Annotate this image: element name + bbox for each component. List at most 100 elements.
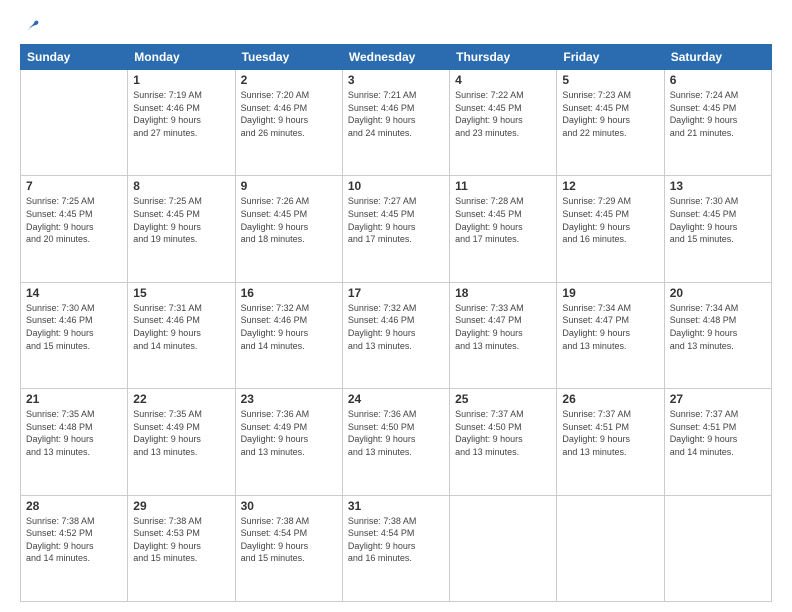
- day-info: Sunrise: 7:25 AM Sunset: 4:45 PM Dayligh…: [26, 195, 122, 245]
- day-number: 9: [241, 179, 337, 193]
- calendar-cell-4-4: 24Sunrise: 7:36 AM Sunset: 4:50 PM Dayli…: [342, 389, 449, 495]
- day-info: Sunrise: 7:35 AM Sunset: 4:49 PM Dayligh…: [133, 408, 229, 458]
- calendar-cell-1-2: 1Sunrise: 7:19 AM Sunset: 4:46 PM Daylig…: [128, 70, 235, 176]
- day-info: Sunrise: 7:30 AM Sunset: 4:45 PM Dayligh…: [670, 195, 766, 245]
- week-row-2: 7 Sunrise: 7:25 AM Sunset: 4:45 PM Daylig…: [21, 176, 772, 282]
- day-number: 12: [562, 179, 658, 193]
- day-number: 5: [562, 73, 658, 87]
- calendar-cell-4-5: 25 Sunrise: 7:37 AM Sunset: 4:50 PM Dayli…: [450, 389, 557, 495]
- day-info: Sunrise: 7:20 AM Sunset: 4:46 PM Dayligh…: [241, 89, 337, 139]
- day-info: Sunrise: 7:25 AM Sunset: 4:45 PM Dayligh…: [133, 195, 229, 245]
- day-number: 18: [455, 286, 551, 300]
- day-info: Sunrise: 7:38 AM Sunset: 4:54 PM Dayligh…: [241, 515, 337, 565]
- day-number: 31: [348, 499, 444, 513]
- calendar-cell-3-4: 17 Sunrise: 7:32 AM Sunset: 4:46 PM Dayli…: [342, 282, 449, 388]
- day-number: 26: [562, 392, 658, 406]
- day-info: Sunrise: 7:38 AM Sunset: 4:54 PM Dayligh…: [348, 515, 444, 565]
- calendar-cell-4-7: 27 Sunrise: 7:37 AM Sunset: 4:51 PM Dayli…: [664, 389, 771, 495]
- day-number: 24: [348, 392, 444, 406]
- calendar-cell-2-2: 8Sunrise: 7:25 AM Sunset: 4:45 PM Daylig…: [128, 176, 235, 282]
- day-info: Sunrise: 7:26 AM Sunset: 4:45 PM Dayligh…: [241, 195, 337, 245]
- day-number: 6: [670, 73, 766, 87]
- day-info: Sunrise: 7:38 AM Sunset: 4:52 PM Dayligh…: [26, 515, 122, 565]
- calendar-cell-1-6: 5 Sunrise: 7:23 AM Sunset: 4:45 PM Daylig…: [557, 70, 664, 176]
- day-info: Sunrise: 7:33 AM Sunset: 4:47 PM Dayligh…: [455, 302, 551, 352]
- calendar-page: SundayMondayTuesdayWednesdayThursdayFrid…: [0, 0, 792, 612]
- calendar-cell-5-6: [557, 495, 664, 601]
- calendar-cell-2-4: 10 Sunrise: 7:27 AM Sunset: 4:45 PM Dayli…: [342, 176, 449, 282]
- day-info: Sunrise: 7:37 AM Sunset: 4:51 PM Dayligh…: [670, 408, 766, 458]
- day-info: Sunrise: 7:21 AM Sunset: 4:46 PM Dayligh…: [348, 89, 444, 139]
- logo: [20, 18, 40, 34]
- day-number: 17: [348, 286, 444, 300]
- day-info: Sunrise: 7:27 AM Sunset: 4:45 PM Dayligh…: [348, 195, 444, 245]
- day-info: Sunrise: 7:30 AM Sunset: 4:46 PM Dayligh…: [26, 302, 122, 352]
- day-number: 25: [455, 392, 551, 406]
- calendar-cell-5-2: 29Sunrise: 7:38 AM Sunset: 4:53 PM Dayli…: [128, 495, 235, 601]
- week-row-4: 21Sunrise: 7:35 AM Sunset: 4:48 PM Dayli…: [21, 389, 772, 495]
- calendar-cell-5-1: 28 Sunrise: 7:38 AM Sunset: 4:52 PM Dayli…: [21, 495, 128, 601]
- week-row-3: 14 Sunrise: 7:30 AM Sunset: 4:46 PM Dayli…: [21, 282, 772, 388]
- day-number: 2: [241, 73, 337, 87]
- weekday-header-wednesday: Wednesday: [342, 45, 449, 70]
- day-number: 21: [26, 392, 122, 406]
- day-number: 4: [455, 73, 551, 87]
- weekday-header-tuesday: Tuesday: [235, 45, 342, 70]
- day-info: Sunrise: 7:32 AM Sunset: 4:46 PM Dayligh…: [348, 302, 444, 352]
- day-number: 13: [670, 179, 766, 193]
- calendar-cell-5-7: [664, 495, 771, 601]
- weekday-header-friday: Friday: [557, 45, 664, 70]
- day-number: 15: [133, 286, 229, 300]
- calendar-cell-2-1: 7 Sunrise: 7:25 AM Sunset: 4:45 PM Daylig…: [21, 176, 128, 282]
- weekday-header-saturday: Saturday: [664, 45, 771, 70]
- day-info: Sunrise: 7:29 AM Sunset: 4:45 PM Dayligh…: [562, 195, 658, 245]
- day-info: Sunrise: 7:23 AM Sunset: 4:45 PM Dayligh…: [562, 89, 658, 139]
- day-info: Sunrise: 7:37 AM Sunset: 4:51 PM Dayligh…: [562, 408, 658, 458]
- day-number: 27: [670, 392, 766, 406]
- week-row-5: 28 Sunrise: 7:38 AM Sunset: 4:52 PM Dayli…: [21, 495, 772, 601]
- calendar-cell-1-4: 3 Sunrise: 7:21 AM Sunset: 4:46 PM Daylig…: [342, 70, 449, 176]
- weekday-header-thursday: Thursday: [450, 45, 557, 70]
- day-info: Sunrise: 7:31 AM Sunset: 4:46 PM Dayligh…: [133, 302, 229, 352]
- day-info: Sunrise: 7:24 AM Sunset: 4:45 PM Dayligh…: [670, 89, 766, 139]
- day-number: 10: [348, 179, 444, 193]
- day-number: 22: [133, 392, 229, 406]
- day-number: 29: [133, 499, 229, 513]
- day-info: Sunrise: 7:37 AM Sunset: 4:50 PM Dayligh…: [455, 408, 551, 458]
- calendar-cell-2-3: 9 Sunrise: 7:26 AM Sunset: 4:45 PM Daylig…: [235, 176, 342, 282]
- calendar-cell-5-4: 31 Sunrise: 7:38 AM Sunset: 4:54 PM Dayli…: [342, 495, 449, 601]
- day-number: 1: [133, 73, 229, 87]
- day-number: 20: [670, 286, 766, 300]
- day-info: Sunrise: 7:34 AM Sunset: 4:48 PM Dayligh…: [670, 302, 766, 352]
- calendar-cell-3-6: 19Sunrise: 7:34 AM Sunset: 4:47 PM Dayli…: [557, 282, 664, 388]
- calendar-cell-1-7: 6 Sunrise: 7:24 AM Sunset: 4:45 PM Daylig…: [664, 70, 771, 176]
- day-info: Sunrise: 7:22 AM Sunset: 4:45 PM Dayligh…: [455, 89, 551, 139]
- logo-text: [20, 18, 40, 36]
- calendar-cell-2-5: 11Sunrise: 7:28 AM Sunset: 4:45 PM Dayli…: [450, 176, 557, 282]
- day-number: 11: [455, 179, 551, 193]
- calendar-cell-1-1: [21, 70, 128, 176]
- calendar-cell-1-3: 2 Sunrise: 7:20 AM Sunset: 4:46 PM Daylig…: [235, 70, 342, 176]
- week-row-1: 1Sunrise: 7:19 AM Sunset: 4:46 PM Daylig…: [21, 70, 772, 176]
- calendar-cell-4-1: 21Sunrise: 7:35 AM Sunset: 4:48 PM Dayli…: [21, 389, 128, 495]
- calendar-cell-1-5: 4 Sunrise: 7:22 AM Sunset: 4:45 PM Daylig…: [450, 70, 557, 176]
- day-number: 28: [26, 499, 122, 513]
- calendar-cell-3-1: 14 Sunrise: 7:30 AM Sunset: 4:46 PM Dayli…: [21, 282, 128, 388]
- calendar-cell-4-6: 26 Sunrise: 7:37 AM Sunset: 4:51 PM Dayli…: [557, 389, 664, 495]
- calendar-cell-5-3: 30 Sunrise: 7:38 AM Sunset: 4:54 PM Dayli…: [235, 495, 342, 601]
- day-number: 30: [241, 499, 337, 513]
- day-number: 3: [348, 73, 444, 87]
- calendar-cell-3-3: 16 Sunrise: 7:32 AM Sunset: 4:46 PM Dayli…: [235, 282, 342, 388]
- calendar-cell-3-7: 20 Sunrise: 7:34 AM Sunset: 4:48 PM Dayli…: [664, 282, 771, 388]
- calendar-cell-4-2: 22 Sunrise: 7:35 AM Sunset: 4:49 PM Dayli…: [128, 389, 235, 495]
- day-info: Sunrise: 7:32 AM Sunset: 4:46 PM Dayligh…: [241, 302, 337, 352]
- weekday-header-row: SundayMondayTuesdayWednesdayThursdayFrid…: [21, 45, 772, 70]
- weekday-header-sunday: Sunday: [21, 45, 128, 70]
- day-number: 19: [562, 286, 658, 300]
- calendar-cell-4-3: 23Sunrise: 7:36 AM Sunset: 4:49 PM Dayli…: [235, 389, 342, 495]
- logo-bird-icon: [22, 18, 40, 36]
- calendar-cell-2-6: 12 Sunrise: 7:29 AM Sunset: 4:45 PM Dayli…: [557, 176, 664, 282]
- day-number: 16: [241, 286, 337, 300]
- day-number: 7: [26, 179, 122, 193]
- day-number: 14: [26, 286, 122, 300]
